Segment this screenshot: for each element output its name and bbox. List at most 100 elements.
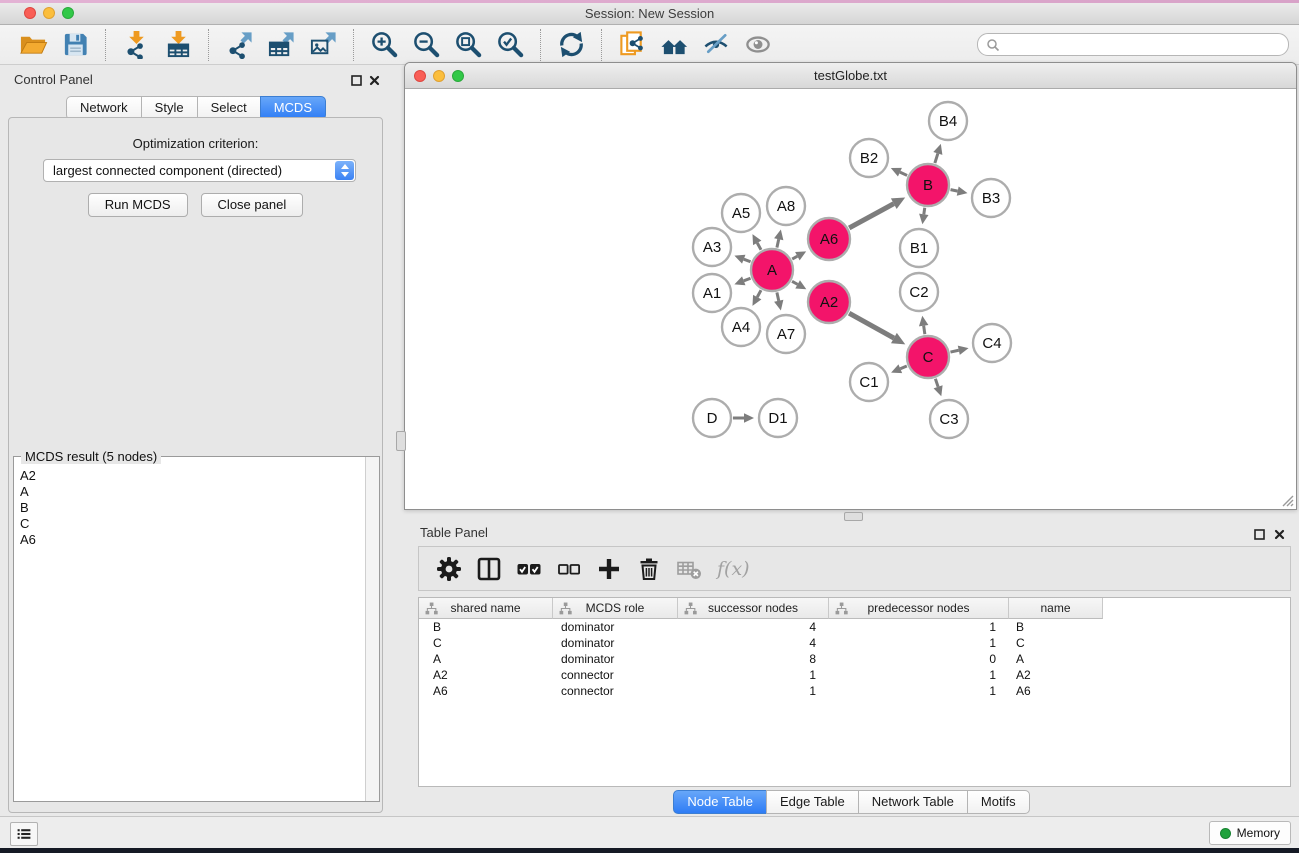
task-history-button[interactable] — [10, 822, 38, 846]
edge-A-A1[interactable] — [744, 278, 751, 281]
result-item[interactable]: C — [14, 516, 366, 532]
home-icon[interactable] — [659, 30, 689, 60]
tab-edge-table[interactable]: Edge Table — [766, 790, 859, 814]
export-network-icon[interactable] — [224, 30, 254, 60]
table-row[interactable]: A2connector11A2 — [419, 667, 1290, 683]
table-row[interactable]: Adominator80A — [419, 651, 1290, 667]
edge-A6-B[interactable] — [849, 204, 894, 228]
export-table-icon[interactable] — [266, 30, 296, 60]
arrowhead-icon — [958, 346, 969, 355]
zoom-out-icon[interactable] — [411, 30, 441, 60]
status-bar: Memory — [0, 816, 1299, 848]
result-item[interactable]: A2 — [14, 468, 366, 484]
table-row[interactable]: Bdominator41B — [419, 619, 1290, 635]
result-item[interactable]: B — [14, 500, 366, 516]
close-table-panel-icon[interactable] — [1274, 527, 1285, 538]
edge-B-B3[interactable] — [951, 190, 958, 191]
deselect-all-icon[interactable] — [555, 555, 582, 582]
node-table[interactable]: shared name MCDS role successor nodes pr… — [418, 597, 1291, 787]
network-canvas[interactable]: B4B2BB3A8A5A6A3B1AC2A1A2A4A7C4CC1C3DD1 — [405, 89, 1296, 509]
hierarchy-icon — [425, 602, 438, 615]
column-header-shared-name[interactable]: shared name — [419, 598, 553, 619]
node-label-C1: C1 — [859, 374, 878, 391]
table-cell: 8 — [678, 651, 829, 667]
eye-icon[interactable] — [743, 30, 773, 60]
edge-C-C1[interactable] — [900, 366, 907, 369]
export-image-icon[interactable] — [308, 30, 338, 60]
edge-A-A2[interactable] — [792, 281, 798, 284]
folder-open-icon[interactable] — [18, 30, 48, 60]
edge-A2-C[interactable] — [849, 313, 894, 338]
search-box[interactable] — [977, 33, 1289, 56]
zoom-fit-icon[interactable] — [453, 30, 483, 60]
list-icon — [15, 826, 33, 842]
edge-B-B4[interactable] — [935, 153, 938, 163]
column-header-successor-nodes[interactable]: successor nodes — [678, 598, 829, 619]
run-mcds-button[interactable]: Run MCDS — [88, 193, 188, 217]
node-label-C: C — [923, 349, 934, 366]
memory-button[interactable]: Memory — [1209, 821, 1291, 845]
edge-A-A8[interactable] — [777, 239, 779, 247]
table-cell: A2 — [1009, 667, 1103, 683]
zoom-in-icon[interactable] — [369, 30, 399, 60]
mcds-result-box: MCDS result (5 nodes) A2ABCA6 — [13, 456, 380, 802]
edge-C-C2[interactable] — [924, 326, 925, 335]
network-graph[interactable]: B4B2BB3A8A5A6A3B1AC2A1A2A4A7C4CC1C3DD1 — [405, 89, 1296, 509]
result-item[interactable]: A6 — [14, 532, 366, 548]
table-cell: A — [419, 651, 553, 667]
tab-motifs[interactable]: Motifs — [967, 790, 1030, 814]
resize-grip-icon[interactable] — [1280, 493, 1294, 507]
gear-icon[interactable] — [435, 555, 462, 582]
table-cell: connector — [553, 667, 678, 683]
network-from-file-icon[interactable] — [617, 30, 647, 60]
edge-A-A4[interactable] — [757, 290, 761, 297]
tab-network-table[interactable]: Network Table — [858, 790, 968, 814]
table-row[interactable]: Cdominator41C — [419, 635, 1290, 651]
table-cell: B — [419, 619, 553, 635]
arrowhead-icon — [774, 229, 783, 240]
column-header-predecessor-nodes[interactable]: predecessor nodes — [829, 598, 1009, 619]
select-all-icon[interactable] — [515, 555, 542, 582]
edge-A-A6[interactable] — [792, 256, 797, 259]
zoom-selected-icon[interactable] — [495, 30, 525, 60]
control-panel-title: Control Panel — [14, 72, 93, 87]
import-network-icon[interactable] — [121, 30, 151, 60]
vertical-split-handle[interactable] — [396, 431, 406, 451]
control-panel-header: Control Panel — [0, 65, 392, 91]
table-cell: A2 — [419, 667, 553, 683]
refresh-icon[interactable] — [556, 30, 586, 60]
column-header-MCDS-role[interactable]: MCDS role — [553, 598, 678, 619]
table-cell: 0 — [829, 651, 1009, 667]
close-panel-icon[interactable] — [369, 73, 380, 84]
close-panel-button[interactable]: Close panel — [201, 193, 304, 217]
table-cell: A6 — [419, 683, 553, 699]
float-panel-icon[interactable] — [351, 73, 362, 84]
save-icon[interactable] — [60, 30, 90, 60]
table-row[interactable]: A6connector11A6 — [419, 683, 1290, 699]
edge-C-C3[interactable] — [935, 379, 938, 387]
plus-icon[interactable] — [595, 555, 622, 582]
edge-C-C4[interactable] — [950, 350, 958, 352]
edge-A-A7[interactable] — [777, 292, 779, 300]
arrowhead-icon — [933, 144, 942, 155]
edge-A-A5[interactable] — [757, 243, 761, 250]
float-table-panel-icon[interactable] — [1254, 527, 1265, 538]
mcds-result-list: A2ABCA6 — [14, 457, 366, 801]
node-label-A1: A1 — [703, 285, 721, 302]
criterion-dropdown[interactable]: largest connected component (directed) — [43, 159, 356, 182]
import-table-icon[interactable] — [163, 30, 193, 60]
edge-B-B2[interactable] — [900, 172, 907, 175]
tab-node-table[interactable]: Node Table — [673, 790, 767, 814]
result-item[interactable]: A — [14, 484, 366, 500]
search-input[interactable] — [1005, 37, 1280, 53]
table-cell: A6 — [1009, 683, 1103, 699]
arrowhead-icon — [919, 214, 928, 225]
table-cell: 1 — [829, 667, 1009, 683]
result-scrollbar[interactable] — [365, 457, 379, 801]
eye-slash-icon[interactable] — [701, 30, 731, 60]
edge-B-B1[interactable] — [924, 208, 925, 215]
trash-icon[interactable] — [635, 555, 662, 582]
edge-A-A3[interactable] — [744, 259, 751, 262]
column-header-name[interactable]: name — [1009, 598, 1103, 619]
split-panel-icon[interactable] — [475, 555, 502, 582]
